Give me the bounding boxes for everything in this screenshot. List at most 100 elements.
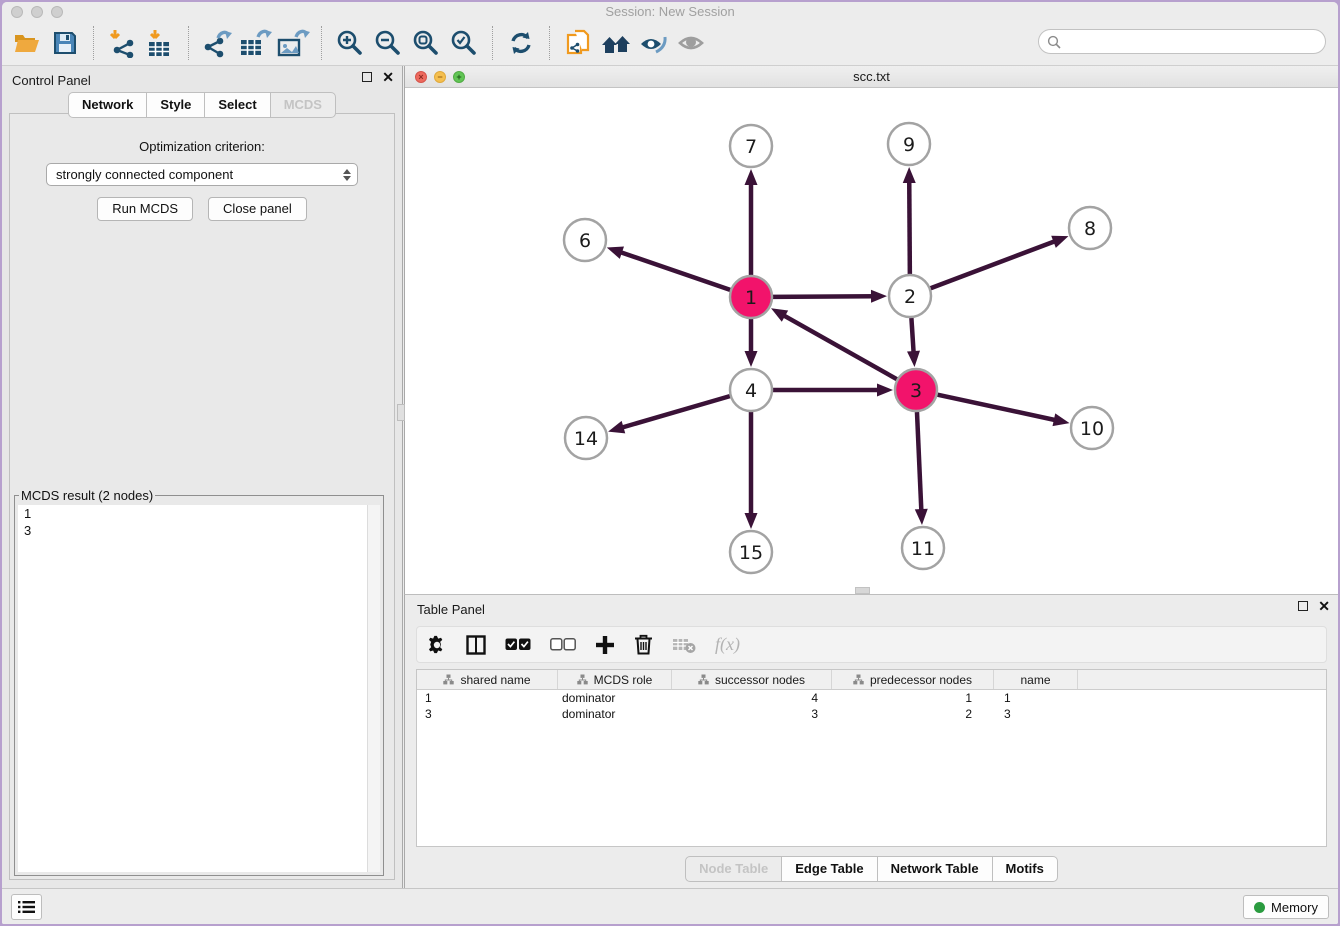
zoom-in-icon[interactable] [331,26,369,60]
cell-mcds-role: dominator [558,691,672,705]
graph-edge-arrowhead [745,169,758,185]
column-header-mcds-role[interactable]: MCDS role [558,670,672,689]
memory-label: Memory [1271,900,1318,915]
graph-edge[interactable] [917,412,921,513]
memory-status-icon [1254,902,1265,913]
optimization-criterion-label: Optimization criterion: [10,139,394,154]
open-folder-icon[interactable] [8,26,46,60]
tab-mcds[interactable]: MCDS [270,92,336,118]
column-type-icon [698,674,709,685]
network-maximize-icon[interactable]: + [453,71,465,83]
cell-predecessor-nodes: 2 [832,707,994,721]
search-field[interactable] [1038,29,1326,54]
float-panel-icon[interactable] [362,72,372,82]
zoom-out-icon[interactable] [369,26,407,60]
graph-node-label: 2 [904,286,916,308]
graph-edge[interactable] [773,296,875,297]
toolbar-separator [549,26,550,60]
network-canvas[interactable]: 7968124314101511 [405,88,1338,594]
graph-edge[interactable] [909,179,910,274]
vertical-splitter-handle[interactable] [397,404,405,421]
delete-table-icon[interactable] [672,636,696,654]
graph-edge[interactable] [620,396,730,428]
tab-network-table[interactable]: Network Table [877,856,993,882]
float-table-panel-icon[interactable] [1298,601,1308,611]
graph-node-label: 7 [745,136,757,158]
refresh-icon[interactable] [502,26,540,60]
network-view-window: × − + scc.txt 7968124314101511 [404,66,1338,594]
close-window-icon[interactable] [11,6,23,18]
tab-select[interactable]: Select [204,92,270,118]
graph-node-label: 14 [574,428,598,450]
close-panel-icon[interactable]: ✕ [382,72,394,82]
show-columns-icon[interactable] [466,635,486,655]
save-icon[interactable] [46,26,84,60]
graph-edge[interactable] [781,314,896,379]
task-history-button[interactable] [11,894,42,920]
select-all-icon[interactable] [505,638,531,651]
window-titlebar: Session: New Session [2,2,1338,20]
horizontal-splitter-handle[interactable] [855,587,870,594]
show-icon[interactable] [673,26,711,60]
column-header-predecessor-nodes[interactable]: predecessor nodes [832,670,994,689]
graph-node-label: 6 [579,230,591,252]
clone-network-icon[interactable] [559,26,597,60]
import-network-icon[interactable] [103,26,141,60]
mcds-result-fieldset: MCDS result (2 nodes) 1 3 [14,488,384,876]
column-header-name[interactable]: name [994,670,1078,689]
table-panel-title: Table Panel [407,595,485,617]
close-table-panel-icon[interactable]: ✕ [1318,601,1330,611]
graph-edge[interactable] [618,251,730,289]
result-line: 1 [18,505,380,522]
cell-shared-name: 3 [417,707,558,721]
export-image-icon[interactable] [274,26,312,60]
network-graph: 7968124314101511 [405,88,1338,594]
deselect-all-icon[interactable] [550,638,576,651]
tab-network[interactable]: Network [68,92,147,118]
zoom-selected-icon[interactable] [445,26,483,60]
optimization-criterion-select[interactable]: strongly connected component [46,163,358,186]
import-table-icon[interactable] [141,26,179,60]
export-table-icon[interactable] [236,26,274,60]
tab-edge-table[interactable]: Edge Table [781,856,877,882]
network-minimize-icon[interactable]: − [434,71,446,83]
network-close-icon[interactable]: × [415,71,427,83]
graph-edge-arrowhead [607,247,624,259]
node-table: shared name MCDS role successor nodes pr… [416,669,1327,847]
graph-edge-arrowhead [907,351,920,367]
column-header-shared-name[interactable]: shared name [417,670,558,689]
graph-edge[interactable] [938,395,1058,421]
graph-edge[interactable] [931,240,1058,288]
delete-column-icon[interactable] [634,634,653,655]
memory-button[interactable]: Memory [1243,895,1329,919]
mcds-tab-panel: Optimization criterion: strongly connect… [9,113,395,880]
search-input[interactable] [1066,34,1325,49]
maximize-window-icon[interactable] [51,6,63,18]
mcds-result-box[interactable]: 1 3 [18,505,380,872]
result-scrollbar[interactable] [367,505,380,872]
add-column-icon[interactable] [595,635,615,655]
column-type-icon [577,674,588,685]
tab-node-table[interactable]: Node Table [685,856,782,882]
graph-node-label: 11 [911,538,935,560]
graph-edge[interactable] [911,318,913,355]
network-window-titlebar[interactable]: × − + scc.txt [405,66,1338,88]
zoom-fit-icon[interactable] [407,26,445,60]
table-row[interactable]: 1 dominator 4 1 1 [417,690,1326,706]
table-toolbar: f(x) [416,626,1327,663]
close-panel-button[interactable]: Close panel [208,197,307,221]
table-row[interactable]: 3 dominator 3 2 3 [417,706,1326,722]
graph-node-label: 4 [745,380,757,402]
hide-icon[interactable] [635,26,673,60]
run-mcds-button[interactable]: Run MCDS [97,197,193,221]
tab-style[interactable]: Style [146,92,205,118]
minimize-window-icon[interactable] [31,6,43,18]
main-toolbar [2,20,1338,66]
home-network-icon[interactable] [597,26,635,60]
mcds-result-title: MCDS result (2 nodes) [19,488,155,503]
table-settings-gear-icon[interactable] [427,635,447,655]
column-header-successor-nodes[interactable]: successor nodes [672,670,832,689]
function-builder-icon[interactable]: f(x) [715,634,740,655]
export-network-icon[interactable] [198,26,236,60]
tab-motifs[interactable]: Motifs [992,856,1058,882]
